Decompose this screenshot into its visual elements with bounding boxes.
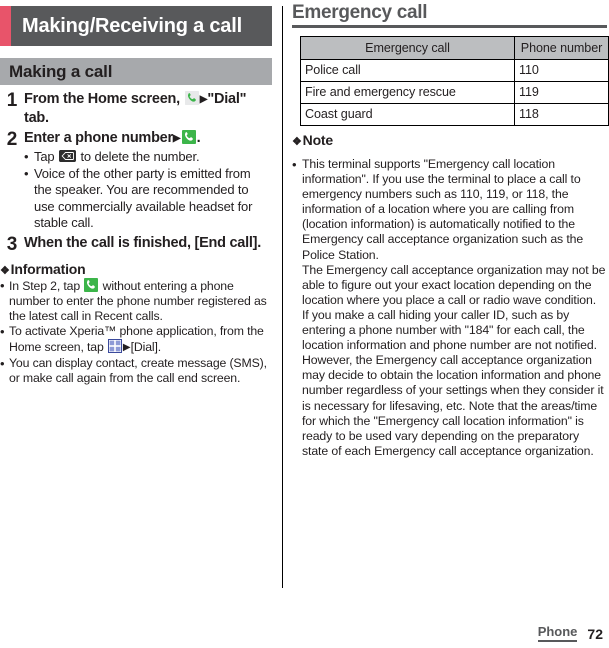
bullet-text: Tap to delete the number. (34, 149, 270, 166)
app-grid-icon (107, 339, 122, 354)
information-heading-text: Information (10, 260, 86, 277)
step-heading: When the call is finished, [End call]. (24, 234, 262, 251)
bullet-text-post: [Dial]. (130, 340, 162, 355)
bullet-text: Voice of the other party is emitted from… (34, 165, 253, 231)
chapter-title-text: Making/Receiving a call (22, 14, 242, 37)
table-header-cell: Phone number (514, 36, 609, 60)
step-number: 1 (6, 90, 18, 111)
bullet-item: • This terminal supports "Emergency call… (292, 157, 607, 459)
note-paragraph: This terminal supports "Emergency call l… (302, 157, 584, 262)
step-heading-pre: Enter a phone number (24, 130, 173, 146)
step-number: 2 (6, 129, 18, 150)
step-heading: From the Home screen, ▶"Dial" tab. (24, 90, 270, 127)
step-list: 1 From the Home screen, ▶"Dial" tab. 2 E… (0, 90, 276, 255)
step-bullets: • Tap to delete the number. • Voice of t… (24, 149, 270, 232)
step-heading-post: . (196, 130, 201, 146)
emergency-call-table: Emergency call Phone number Police call … (300, 36, 609, 126)
table-cell-service: Coast guard (300, 103, 515, 126)
chapter-title-bar: Making/Receiving a call (0, 6, 273, 46)
step-body: From the Home screen, ▶"Dial" tab. (24, 90, 270, 127)
title-underline-rule (292, 25, 607, 28)
bullet-text-post: to delete the number. (76, 149, 200, 164)
section-header-text: Making a call (9, 61, 113, 81)
bullet-text: This terminal supports "Emergency call l… (302, 157, 607, 459)
note-paragraph: If you make a call hiding your caller ID… (302, 307, 604, 458)
backspace-delete-icon (58, 150, 76, 162)
bullet-text-pre: In Step 2, tap (9, 278, 84, 293)
note-paragraph: The Emergency call acceptance organizati… (302, 262, 606, 307)
section-header-bar: Making a call (0, 58, 273, 85)
table-row: Coast guard 118 (300, 103, 609, 126)
table-cell-number: 119 (514, 81, 609, 104)
bullet-text: To activate Xperia™ phone application, f… (9, 324, 270, 355)
information-list: • In Step 2, tap without entering a phon… (0, 277, 276, 386)
phone-handset-icon (181, 130, 196, 144)
bullet-text: You can display contact, create message … (9, 355, 267, 385)
emergency-call-title: Emergency call (292, 2, 428, 23)
diamond-bullet-icon: ❖ (292, 136, 302, 148)
right-column: Emergency call Emergency call Phone numb… (289, 0, 609, 648)
bullet-item: • You can display contact, create messag… (0, 356, 270, 386)
bullet-item: • To activate Xperia™ phone application,… (0, 324, 270, 355)
phone-handset-icon (84, 277, 99, 292)
table-header-row: Emergency call Phone number (300, 36, 609, 60)
step-heading: Enter a phone number▶. (24, 129, 270, 148)
bullet-item: • Tap to delete the number. (24, 149, 270, 166)
bullet-item: • In Step 2, tap without entering a phon… (0, 277, 270, 325)
diamond-bullet-icon: ❖ (0, 264, 10, 277)
table-row: Fire and emergency rescue 119 (300, 81, 609, 104)
arrow-triangle-icon: ▶ (122, 342, 131, 354)
footer-page-number: 72 (587, 626, 603, 642)
information-heading: ❖ Information (0, 261, 276, 277)
bullet-dot: • (0, 324, 5, 340)
step-item: 3 When the call is finished, [End call]. (0, 234, 270, 255)
step-number: 3 (6, 233, 18, 255)
bullet-dot: • (24, 149, 29, 164)
column-divider (282, 6, 283, 588)
footer-chapter-label: Phone (537, 624, 578, 642)
bullet-dot: • (292, 157, 297, 172)
phone-handset-icon (184, 91, 199, 105)
table-cell-service: Police call (300, 59, 515, 82)
bullet-dot: • (24, 165, 29, 181)
bullet-text-pre: Tap (34, 149, 58, 164)
step-heading-pre: From the Home screen, (24, 91, 184, 107)
note-list: • This terminal supports "Emergency call… (292, 157, 609, 459)
bullet-text: In Step 2, tap without entering a phone … (9, 277, 270, 325)
chapter-accent-bar (0, 6, 11, 46)
note-heading-text: Note (302, 132, 334, 148)
page-footer: Phone 72 (537, 624, 603, 642)
step-body: Enter a phone number▶. • Tap to delete t… (24, 129, 270, 232)
step-body: When the call is finished, [End call]. (24, 234, 270, 255)
table-row: Police call 110 (300, 59, 609, 82)
manual-page: Making/Receiving a call Making a call 1 … (0, 0, 609, 648)
left-column: Making/Receiving a call Making a call 1 … (0, 0, 276, 648)
note-heading: ❖ Note (292, 132, 609, 148)
table-header-cell: Emergency call (300, 36, 515, 60)
step-item: 2 Enter a phone number▶. • Tap to delete… (0, 129, 270, 232)
table-cell-number: 118 (514, 103, 609, 126)
bullet-dot: • (0, 277, 5, 293)
arrow-triangle-icon: ▶ (172, 133, 181, 144)
bullet-dot: • (0, 355, 5, 371)
bullet-item: • Voice of the other party is emitted fr… (24, 166, 270, 232)
table-body: Police call 110 Fire and emergency rescu… (300, 59, 609, 126)
table-cell-number: 110 (514, 59, 609, 82)
table-head: Emergency call Phone number (300, 36, 609, 60)
step-item: 1 From the Home screen, ▶"Dial" tab. (0, 90, 270, 127)
table-cell-service: Fire and emergency rescue (300, 81, 515, 104)
